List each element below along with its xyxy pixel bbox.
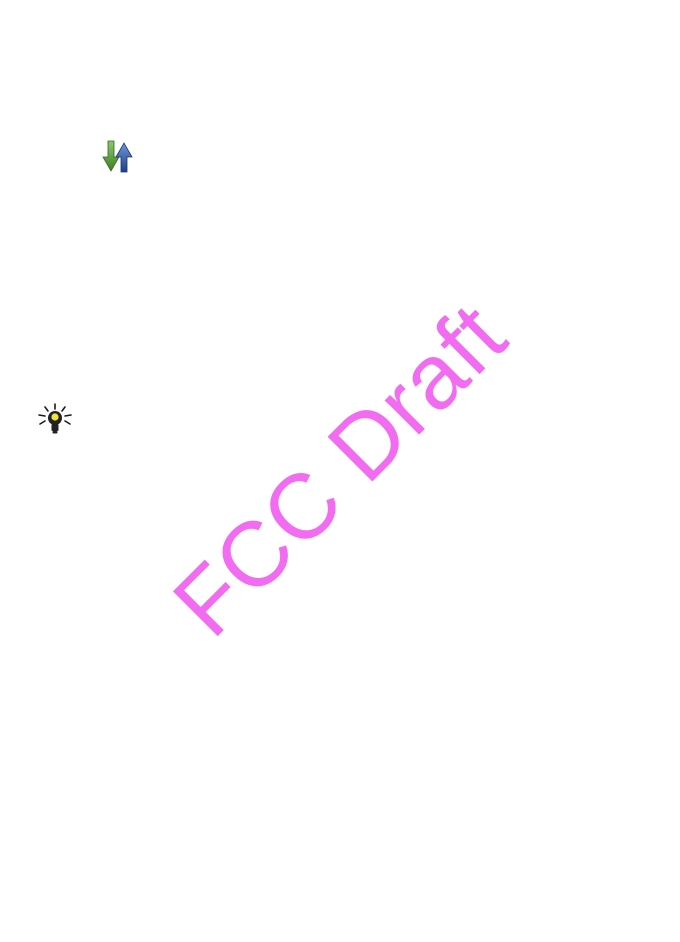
- document-page: FCC Draft: [0, 0, 680, 942]
- lightbulb-tip-icon: [36, 401, 74, 437]
- watermark-text: FCC Draft: [154, 284, 526, 656]
- download-upload-arrows-icon: [101, 139, 137, 175]
